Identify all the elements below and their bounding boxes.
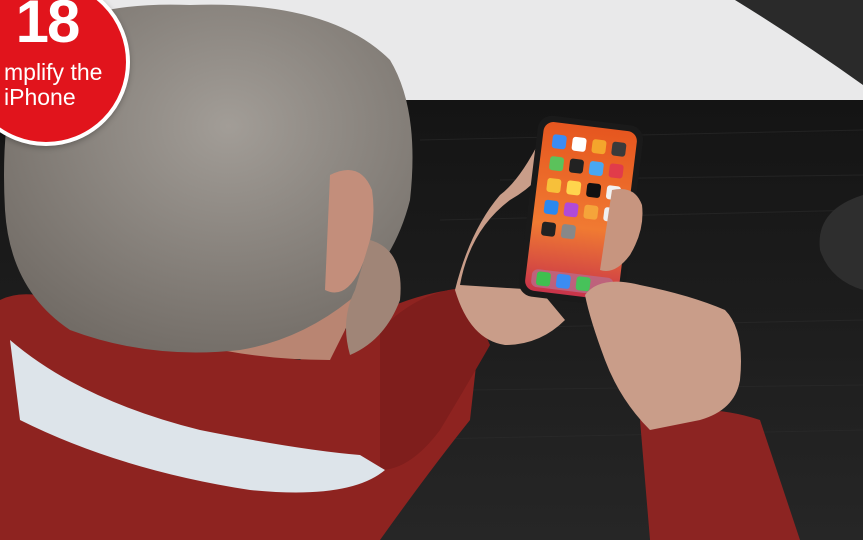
badge-number: 18 [15,0,81,55]
photo-scene [0,0,863,540]
badge-caption-line-2: iPhone [4,84,76,110]
badge-caption-line-1: mplify the [4,59,103,85]
